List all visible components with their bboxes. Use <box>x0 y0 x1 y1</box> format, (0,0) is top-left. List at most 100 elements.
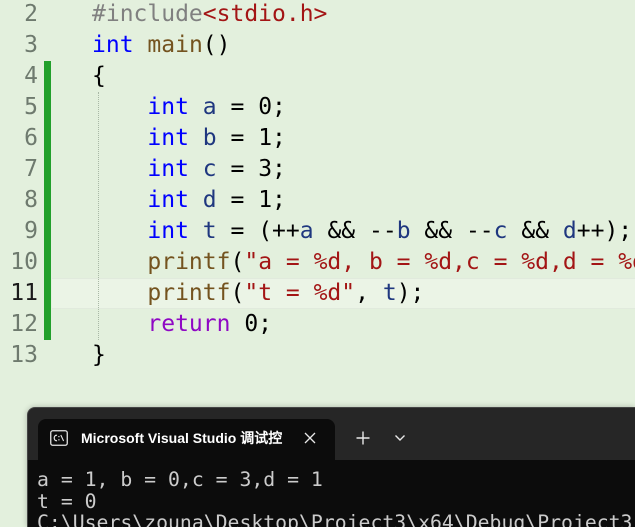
code-text: printf("t = %d", t); <box>92 278 424 309</box>
line-number: 12 <box>10 311 38 337</box>
code-token: t <box>382 280 397 306</box>
line-number: 6 <box>24 125 38 151</box>
code-line[interactable]: 3 int main() <box>0 30 635 61</box>
code-token: c <box>202 156 217 182</box>
code-text: int t = (++a && --b && --c && d++); <box>92 216 632 247</box>
code-token: main <box>147 32 203 58</box>
code-token: printf <box>147 280 231 306</box>
code-line[interactable]: 4{ <box>0 61 635 92</box>
line-number: 4 <box>24 63 38 89</box>
code-text: printf("a = %d, b = %d,c = %d,d = %d <box>92 247 635 278</box>
chevron-down-icon <box>394 434 406 442</box>
code-token: int <box>147 94 189 120</box>
code-token: ( <box>230 280 245 306</box>
code-token: , <box>355 280 383 306</box>
code-token: return <box>147 311 231 337</box>
line-number: 3 <box>24 32 38 58</box>
code-token: d <box>202 187 217 213</box>
new-tab-button[interactable] <box>354 429 372 447</box>
console-window: Microsoft Visual Studio 调试控 a = 1, b = 0… <box>27 407 635 527</box>
code-text: return 0; <box>92 309 272 340</box>
code-text: int main() <box>92 30 231 61</box>
code-token: printf <box>147 249 231 275</box>
code-token: 0; <box>230 311 273 337</box>
console-line: t = 0 <box>37 489 97 513</box>
code-text: int a = 0; <box>92 92 286 123</box>
code-line[interactable]: 12 return 0; <box>0 309 635 340</box>
code-token: ); <box>396 280 425 306</box>
code-text: } <box>92 340 106 371</box>
code-line[interactable]: 6 int b = 1; <box>0 123 635 154</box>
code-token: && <box>507 218 563 244</box>
line-number: 2 <box>24 1 38 27</box>
code-token: a <box>299 218 314 244</box>
code-token: } <box>92 342 106 368</box>
tab-strip: Microsoft Visual Studio 调试控 <box>28 408 635 461</box>
code-token: = 1; <box>216 187 286 213</box>
code-line[interactable]: 11 printf("t = %d", t); <box>0 278 635 309</box>
code-token: "t = %d" <box>244 280 356 306</box>
code-token: b <box>202 125 217 151</box>
code-line[interactable]: 8 int d = 1; <box>0 185 635 216</box>
code-line[interactable]: 9 int t = (++a && --b && --c && d++); <box>0 216 635 247</box>
code-line[interactable]: 7 int c = 3; <box>0 154 635 185</box>
code-line[interactable]: 2 #include<stdio.h> <box>0 0 635 30</box>
close-icon <box>304 432 316 444</box>
code-token: ( <box>230 249 245 275</box>
tab-dropdown-button[interactable] <box>392 430 408 446</box>
code-lines: 2 #include<stdio.h> 3 int main() 4{5 int a =… <box>0 0 635 371</box>
terminal-icon <box>50 430 68 446</box>
code-token: int <box>147 187 189 213</box>
code-text: int b = 1; <box>92 123 286 154</box>
code-token: = (++ <box>216 218 300 244</box>
code-token: = 1; <box>216 125 286 151</box>
plus-icon <box>356 431 370 445</box>
tab-title: Microsoft Visual Studio 调试控 <box>81 430 283 446</box>
code-token: int <box>92 32 134 58</box>
code-token: int <box>147 156 189 182</box>
code-token: a <box>202 94 217 120</box>
line-number: 5 <box>24 94 38 120</box>
code-token: int <box>147 218 189 244</box>
console-output[interactable]: a = 1, b = 0,c = 3,d = 1 t = 0 C:\Users\… <box>28 460 635 527</box>
code-token: c <box>493 218 508 244</box>
code-line[interactable]: 5 int a = 0; <box>0 92 635 123</box>
code-token: { <box>92 63 106 89</box>
code-token: d <box>562 218 577 244</box>
code-token: = 3; <box>216 156 286 182</box>
code-line[interactable]: 10 printf("a = %d, b = %d,c = %d,d = %d <box>0 247 635 278</box>
code-token: "a = %d, b = %d,c = %d,d = %d <box>244 249 635 275</box>
code-token: ++); <box>576 218 633 244</box>
code-token: && -- <box>410 218 494 244</box>
line-number: 7 <box>24 156 38 182</box>
code-text: int c = 3; <box>92 154 286 185</box>
console-line: C:\Users\zouna\Desktop\Project3\x64\Debu… <box>37 511 633 527</box>
code-token: int <box>147 125 189 151</box>
code-token: = 0; <box>216 94 286 120</box>
code-text: #include<stdio.h> <box>92 0 327 30</box>
code-text: { <box>92 61 106 92</box>
code-token: && -- <box>313 218 397 244</box>
line-number: 11 <box>10 280 38 306</box>
code-text: int d = 1; <box>92 185 286 216</box>
line-number: 9 <box>24 218 38 244</box>
console-line: a = 1, b = 0,c = 3,d = 1 <box>37 468 323 491</box>
tab-debug-console[interactable]: Microsoft Visual Studio 调试控 <box>38 419 335 461</box>
tab-close-button[interactable] <box>302 430 318 446</box>
code-line[interactable]: 13} <box>0 340 635 371</box>
line-number: 8 <box>24 187 38 213</box>
code-token: <stdio.h> <box>202 1 328 27</box>
